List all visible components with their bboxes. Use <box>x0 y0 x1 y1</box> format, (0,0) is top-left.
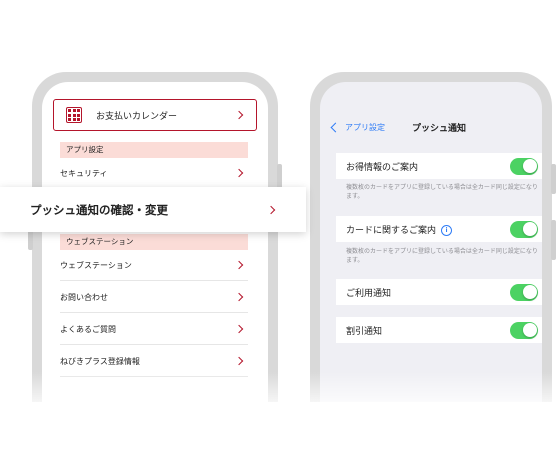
card-info-toggle[interactable] <box>510 220 538 238</box>
setting-usage-notice: ご利用通知 <box>336 279 542 305</box>
usage-notice-toggle[interactable] <box>510 283 538 301</box>
banner-label: プッシュ通知の確認・変更 <box>30 202 168 217</box>
setting-label-wrap: カードに関するご案内 i <box>346 223 453 236</box>
chevron-right-icon <box>234 292 244 302</box>
bottom-fade-overlay <box>0 372 560 460</box>
info-icon[interactable]: i <box>441 224 453 236</box>
list-item-web-station[interactable]: ウェブステーション <box>60 250 248 281</box>
chevron-left-icon <box>330 122 341 133</box>
chevron-right-icon <box>234 356 244 366</box>
chevron-right-icon <box>234 110 244 120</box>
list-item-label: お問い合わせ <box>60 292 108 302</box>
power-button <box>551 164 556 194</box>
back-button[interactable]: アプリ設定 <box>330 122 385 133</box>
left-phone-frame: お支払いカレンダー アプリ設定 セキュリティ ウェブステーション ウェブステーシ… <box>28 72 282 402</box>
calendar-icon <box>66 107 82 123</box>
side-button <box>551 220 556 260</box>
setting-card-info: カードに関するご案内 i <box>336 216 542 242</box>
list-item-label: ねびきプラス登録情報 <box>60 356 140 366</box>
chevron-right-icon <box>266 205 276 214</box>
setting-label: カードに関するご案内 <box>346 225 437 236</box>
section-header-web-station: ウェブステーション <box>60 234 248 250</box>
payment-calendar-card[interactable]: お支払いカレンダー <box>53 99 257 131</box>
discount-notice-toggle[interactable] <box>510 321 538 339</box>
back-label: アプリ設定 <box>345 123 385 132</box>
list-item-label: セキュリティ <box>60 168 108 178</box>
list-item-faq[interactable]: よくあるご質問 <box>60 314 248 345</box>
page-title: プッシュ通知 <box>412 124 467 134</box>
right-phone-screen: アプリ設定 プッシュ通知 お得情報のご案内 複数枚のカードをアプリに登録している… <box>320 82 542 402</box>
payment-calendar-label: お支払いカレンダー <box>96 111 178 122</box>
setting-note: 複数枚のカードをアプリに登録している場合は全カード同じ設定になります。 <box>346 248 538 264</box>
setting-discount-notice: 割引通知 <box>336 317 542 343</box>
setting-label: お得情報のご案内 <box>346 162 419 173</box>
list-item-label: ウェブステーション <box>60 260 132 270</box>
right-phone-frame: アプリ設定 プッシュ通知 お得情報のご案内 複数枚のカードをアプリに登録している… <box>310 72 556 402</box>
setting-note: 複数枚のカードをアプリに登録している場合は全カード同じ設定になります。 <box>346 184 538 200</box>
setting-label: 割引通知 <box>346 326 383 337</box>
list-item-label: よくあるご質問 <box>60 324 116 334</box>
list-item-contact[interactable]: お問い合わせ <box>60 282 248 313</box>
section-header-app-settings: アプリ設定 <box>60 142 248 158</box>
chevron-right-icon <box>234 324 244 334</box>
setting-deal-info: お得情報のご案内 <box>336 153 542 179</box>
setting-label: ご利用通知 <box>346 288 392 299</box>
deal-info-toggle[interactable] <box>510 157 538 175</box>
chevron-right-icon <box>234 168 244 178</box>
list-item-security[interactable]: セキュリティ <box>60 158 248 189</box>
push-notification-settings-banner[interactable]: プッシュ通知の確認・変更 <box>0 187 306 232</box>
chevron-right-icon <box>234 260 244 270</box>
left-phone-screen: お支払いカレンダー アプリ設定 セキュリティ ウェブステーション ウェブステーシ… <box>42 82 268 402</box>
